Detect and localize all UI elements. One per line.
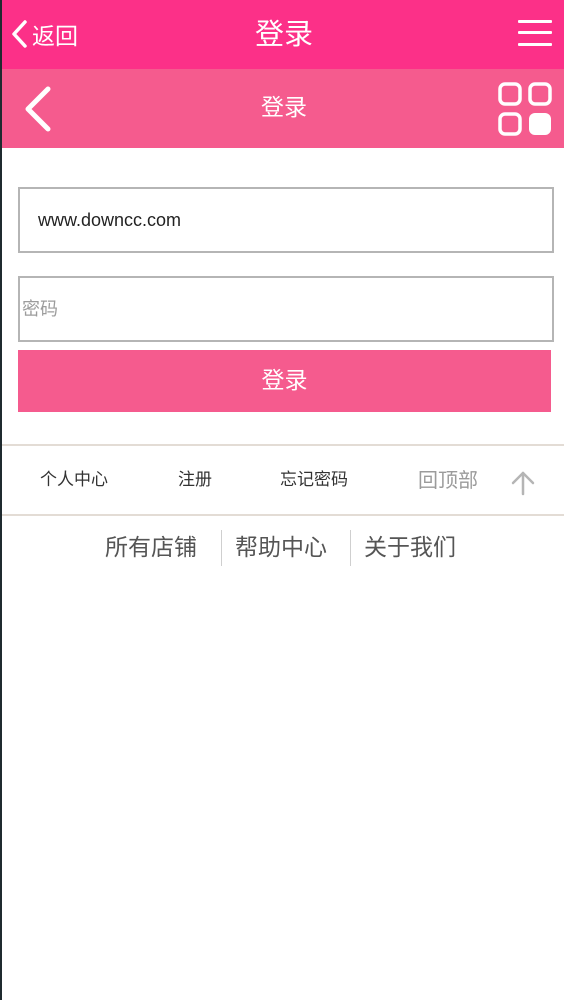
sub-header-title: 登录 (261, 95, 307, 121)
register-link[interactable]: 注册 (178, 446, 212, 514)
arrow-up-icon[interactable] (510, 470, 536, 496)
about-us-link[interactable]: 关于我们 (364, 530, 456, 566)
hamburger-menu-icon[interactable] (518, 18, 552, 48)
footer-divider (350, 530, 351, 566)
footer-links: 所有店铺 帮助中心 关于我们 (2, 530, 564, 566)
top-bar: 返回 登录 (2, 0, 564, 69)
back-to-top-link[interactable]: 回顶部 (418, 446, 478, 514)
all-stores-link[interactable]: 所有店铺 (105, 530, 197, 566)
forgot-password-link[interactable]: 忘记密码 (280, 446, 348, 514)
password-input[interactable] (18, 276, 554, 342)
footer-divider (221, 530, 222, 566)
page-title: 登录 (254, 17, 313, 51)
personal-center-link[interactable]: 个人中心 (40, 446, 108, 514)
login-button[interactable]: 登录 (18, 350, 551, 412)
help-center-link[interactable]: 帮助中心 (235, 530, 327, 566)
grid-apps-icon[interactable] (498, 82, 552, 136)
quick-links-bar: 个人中心 注册 忘记密码 回顶部 (2, 444, 564, 516)
username-input[interactable] (18, 187, 554, 253)
sub-header-bar: 登录 (2, 69, 564, 148)
